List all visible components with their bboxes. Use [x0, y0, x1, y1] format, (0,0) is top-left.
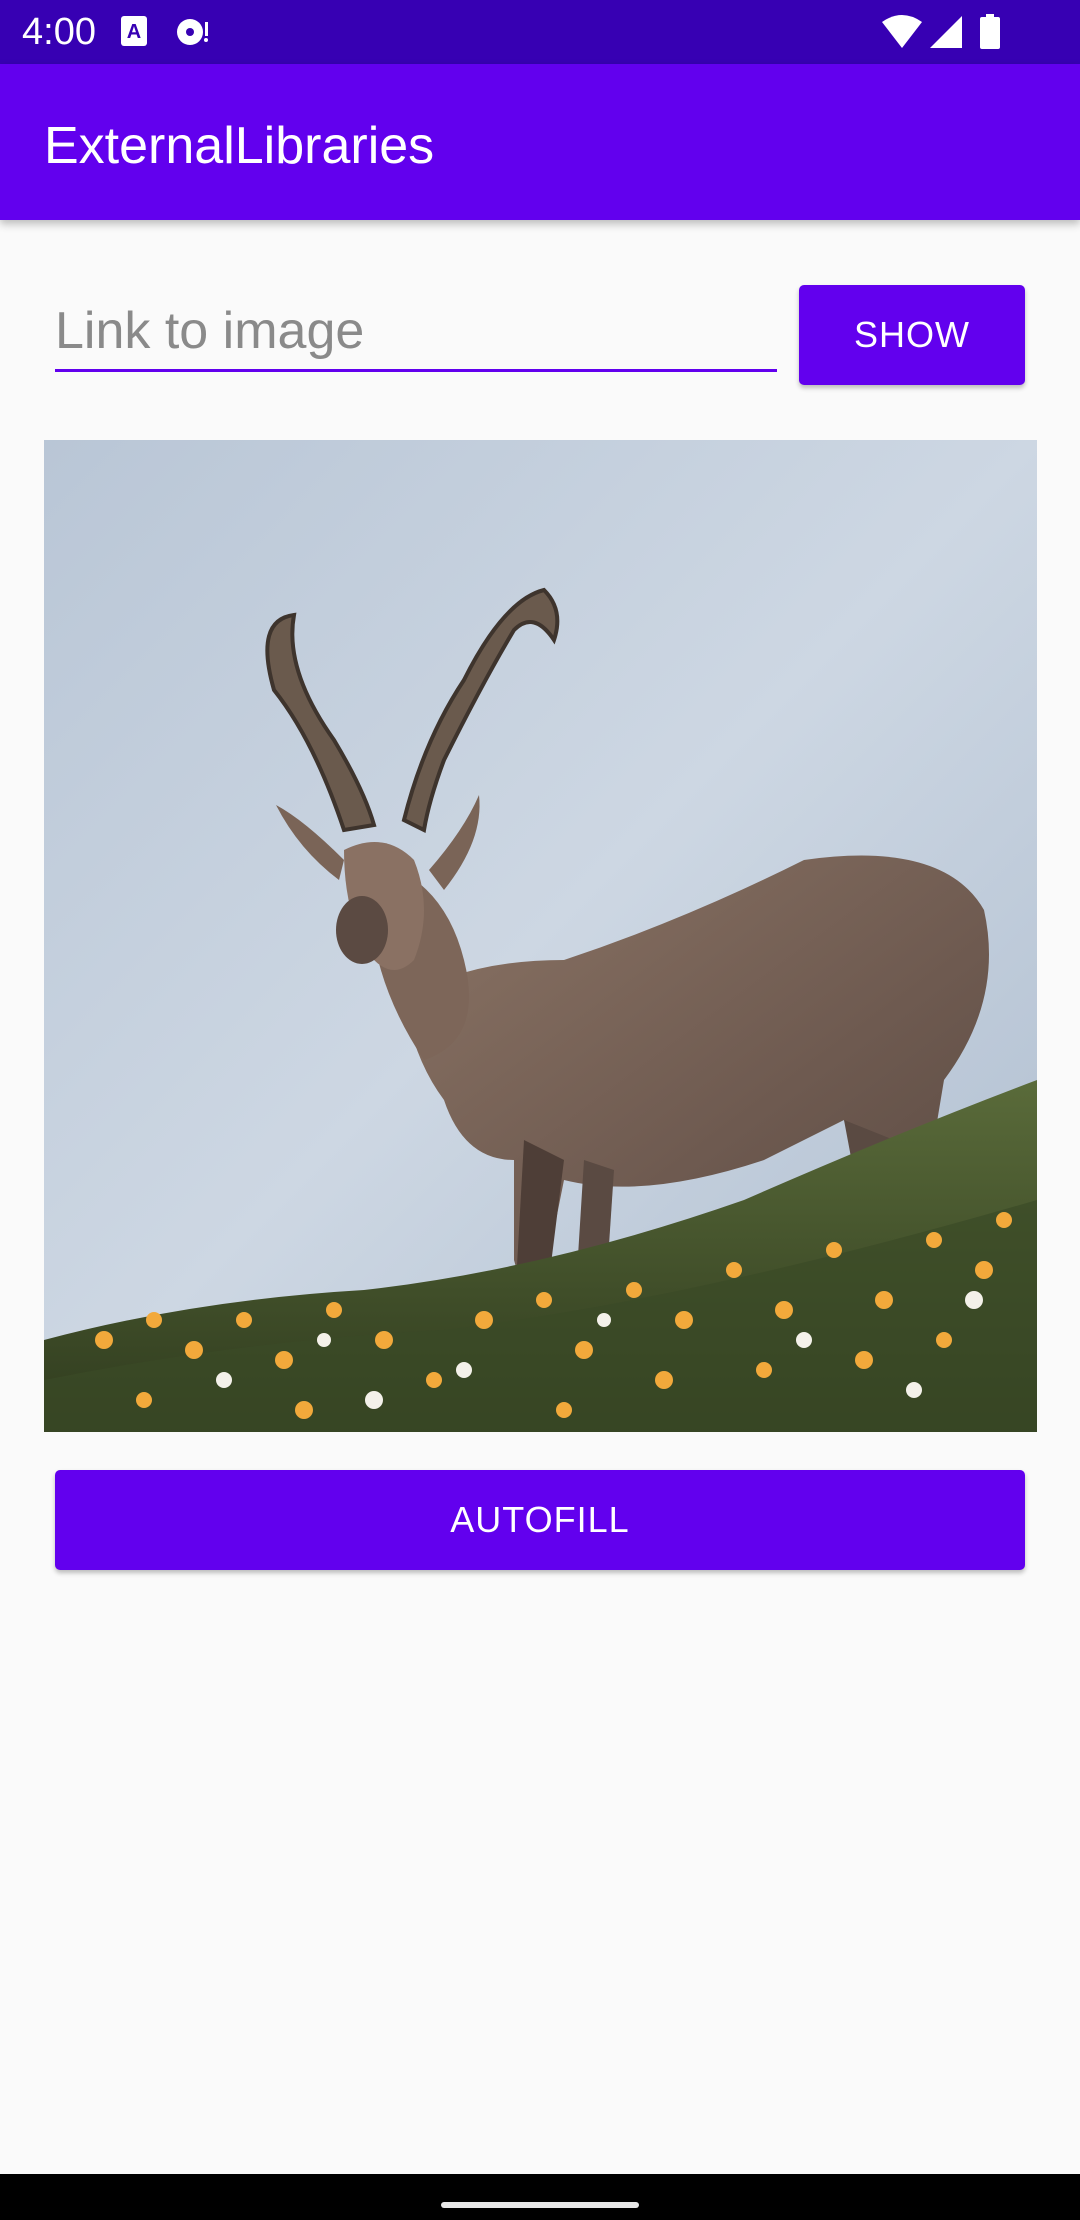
app-title: ExternalLibraries [44, 117, 435, 175]
status-time: 4:00 [22, 11, 96, 53]
media-disc-icon [174, 14, 214, 55]
navigation-bar [0, 2174, 1080, 2220]
app-bar: ExternalLibraries [0, 64, 1080, 220]
status-bar: 4:00 A [0, 0, 1080, 64]
show-button[interactable]: SHOW [799, 285, 1025, 385]
home-gesture-handle[interactable] [441, 2202, 639, 2208]
svg-text:A: A [127, 21, 141, 43]
wifi-icon [880, 14, 924, 55]
keyboard-a-icon: A [118, 14, 150, 55]
battery-icon [978, 14, 1002, 55]
cellular-signal-icon [928, 14, 964, 55]
autofill-button[interactable]: AUTOFILL [55, 1470, 1025, 1570]
loaded-image [44, 440, 1037, 1432]
image-url-input[interactable] [55, 292, 777, 372]
